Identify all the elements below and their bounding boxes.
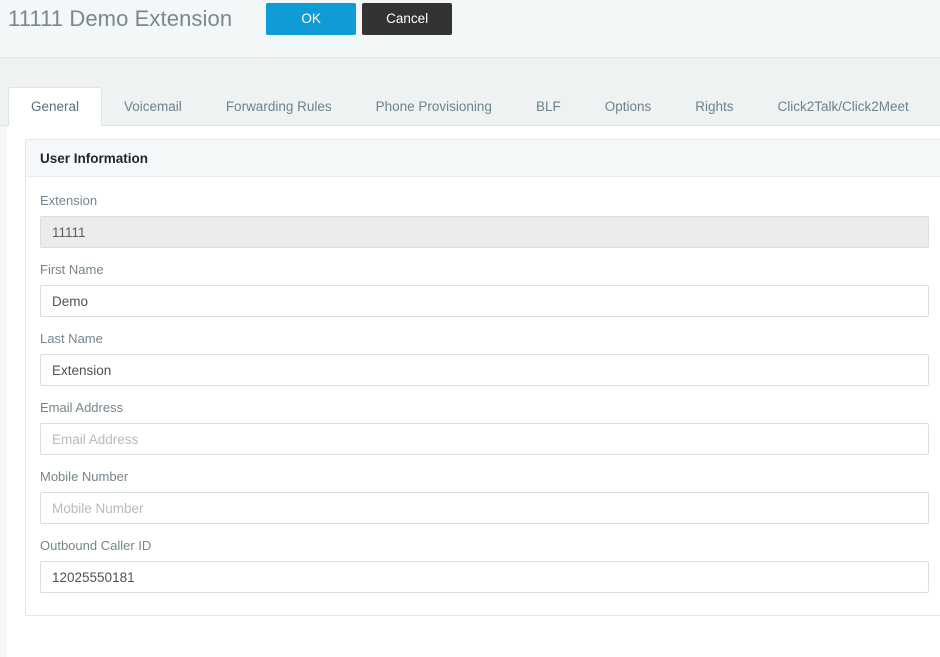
tab-forwarding-rules[interactable]: Forwarding Rules bbox=[204, 87, 354, 127]
first-name-label: First Name bbox=[40, 262, 104, 277]
extension-label: Extension bbox=[40, 193, 98, 208]
field-mobile-number: Mobile Number bbox=[40, 469, 931, 524]
extension-input bbox=[40, 216, 929, 248]
field-last-name: Last Name bbox=[40, 331, 931, 386]
tab-phone-provisioning[interactable]: Phone Provisioning bbox=[354, 87, 514, 127]
field-outbound-caller-id: Outbound Caller ID bbox=[40, 538, 931, 593]
left-gutter bbox=[0, 126, 7, 657]
last-name-label: Last Name bbox=[40, 331, 103, 346]
mobile-number-label: Mobile Number bbox=[40, 469, 129, 484]
tab-general[interactable]: General bbox=[8, 87, 103, 127]
tab-options[interactable]: Options bbox=[583, 87, 674, 127]
mobile-number-input[interactable] bbox=[40, 492, 929, 524]
field-extension: Extension bbox=[40, 193, 931, 248]
page-title: 11111 Demo Extension bbox=[8, 6, 233, 31]
first-name-input[interactable] bbox=[40, 285, 929, 317]
outbound-caller-id-input[interactable] bbox=[40, 561, 929, 593]
content-area: User Information Extension First Name Last… bbox=[0, 126, 940, 657]
panel-title: User Information bbox=[40, 150, 149, 166]
tab-rights[interactable]: Rights bbox=[673, 87, 755, 127]
email-address-input[interactable] bbox=[40, 423, 929, 455]
field-email-address: Email Address bbox=[40, 400, 931, 455]
header-inner: 11111 Demo Extension OK Cancel bbox=[0, 0, 940, 38]
page-header: 11111 Demo Extension OK Cancel bbox=[0, 0, 940, 58]
tab-blf[interactable]: BLF bbox=[514, 87, 583, 127]
email-address-label: Email Address bbox=[40, 400, 124, 415]
tab-strip: General Voicemail Forwarding Rules Phone Pr… bbox=[0, 58, 940, 127]
ok-button[interactable]: OK bbox=[266, 3, 357, 35]
tab-click2talk-click2meet[interactable]: Click2Talk/Click2Meet bbox=[756, 87, 931, 127]
extension-settings-page: 11111 Demo Extension OK Cancel General Vo… bbox=[0, 0, 940, 657]
tab-list: General Voicemail Forwarding Rules Phone Pr… bbox=[0, 58, 940, 127]
header-actions: OK Cancel bbox=[266, 3, 453, 35]
outbound-caller-id-label: Outbound Caller ID bbox=[40, 538, 152, 553]
last-name-input[interactable] bbox=[40, 354, 929, 386]
user-information-panel: User Information Extension First Name Last… bbox=[25, 139, 940, 616]
panel-body: Extension First Name Last Name Email Addres… bbox=[26, 177, 940, 615]
field-first-name: First Name bbox=[40, 262, 931, 317]
panel-header: User Information bbox=[26, 140, 940, 177]
cancel-button[interactable]: Cancel bbox=[362, 3, 453, 35]
tab-voicemail[interactable]: Voicemail bbox=[102, 87, 204, 127]
